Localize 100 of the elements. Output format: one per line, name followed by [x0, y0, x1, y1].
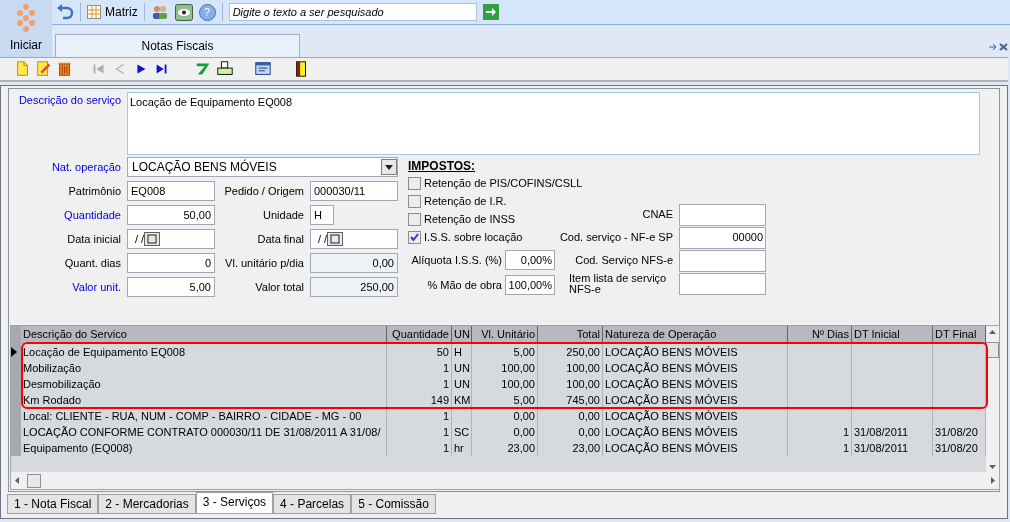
- table-cell: 1: [387, 408, 452, 424]
- input-field[interactable]: 0: [127, 253, 215, 273]
- table-cell: 100,00: [538, 376, 603, 392]
- field-label: Cod. Serviço NFS-e: [574, 255, 674, 266]
- table-cell: Mobilização: [21, 360, 387, 376]
- table-cell: 1: [387, 360, 452, 376]
- document-tab[interactable]: Notas Fiscais: [55, 34, 300, 57]
- table-cell: Local: CLIENTE - RUA, NUM - COMP - BAIRRO - CIDADE - MG - 00: [21, 408, 387, 424]
- table-cell: 0,00: [472, 424, 538, 440]
- input-field[interactable]: 250,00: [310, 277, 398, 297]
- input-field[interactable]: 000030/11: [310, 181, 398, 201]
- horizontal-scrollbar[interactable]: [11, 472, 999, 489]
- table-cell: hr: [452, 440, 472, 456]
- section-tab[interactable]: 1 - Nota Fiscal: [7, 494, 99, 514]
- table-cell: 23,00: [472, 440, 538, 456]
- field-label: Valor unit.: [71, 279, 122, 295]
- table-cell: LOCAÇÃO BENS MÓVEIS: [603, 360, 788, 376]
- description-textarea[interactable]: Locação de Equipamento EQ008: [127, 92, 980, 155]
- table-cell: Locação de Equipamento EQ008: [21, 344, 387, 360]
- scroll-thumb[interactable]: [27, 473, 41, 488]
- field-label: Unidade: [262, 207, 305, 223]
- column-header[interactable]: Natureza de Operação: [603, 326, 788, 344]
- table-cell: 745,00: [538, 392, 603, 408]
- input-field[interactable]: H: [310, 205, 334, 225]
- scroll-up-icon[interactable]: [989, 330, 996, 334]
- matrix-button[interactable]: Matriz: [87, 3, 138, 21]
- checkbox[interactable]: [408, 194, 421, 208]
- input-field[interactable]: 00000: [679, 226, 766, 249]
- vertical-scrollbar[interactable]: [986, 326, 999, 472]
- calendar-icon[interactable]: [327, 232, 344, 246]
- grid-icon: [87, 5, 101, 19]
- section-tab[interactable]: 4 - Parcelas: [273, 494, 352, 514]
- column-header[interactable]: Descrição do Servico: [21, 326, 387, 344]
- table-cell: H: [452, 344, 472, 360]
- table-cell: 1: [788, 424, 852, 440]
- field-label: Alíquota I.S.S. (%): [411, 252, 503, 268]
- table-cell: Equipamento (EQ008): [21, 440, 387, 456]
- scroll-left-icon[interactable]: [15, 477, 19, 484]
- column-header[interactable]: UN: [452, 326, 472, 344]
- calendar-icon[interactable]: [144, 232, 161, 246]
- column-header[interactable]: DT Inicial: [852, 326, 933, 344]
- table-cell: KM: [452, 392, 472, 408]
- table-cell: LOCAÇÃO BENS MÓVEIS: [603, 408, 788, 424]
- dropdown[interactable]: LOCAÇÃO BENS MÓVEIS: [127, 157, 398, 177]
- table-cell: 1: [387, 440, 452, 456]
- section-heading: IMPOSTOS:: [408, 158, 477, 174]
- undo-icon[interactable]: [56, 4, 74, 20]
- column-header[interactable]: Quantidade: [387, 326, 452, 344]
- input-field[interactable]: EQ008: [127, 181, 215, 201]
- input-field[interactable]: 100,00%: [505, 275, 555, 295]
- table-cell: 250,00: [538, 344, 603, 360]
- field-label: CNAE: [641, 209, 674, 220]
- table-cell: UN: [452, 360, 472, 376]
- table-cell: 1: [387, 424, 452, 440]
- date-field[interactable]: / /: [310, 229, 398, 249]
- field-label: Cod. serviço - NF-e SP: [558, 232, 674, 243]
- input-field[interactable]: 5,00: [127, 277, 215, 297]
- field-label: Nat. operação: [50, 159, 122, 175]
- input-field[interactable]: [679, 272, 766, 295]
- table-cell: 1: [788, 440, 852, 456]
- checkbox[interactable]: [408, 176, 421, 190]
- input-field[interactable]: [679, 249, 766, 272]
- table-cell: 100,00: [472, 360, 538, 376]
- field-label: Vl. unitário p/dia: [224, 255, 305, 271]
- field-label: Quantidade: [63, 207, 122, 223]
- input-field[interactable]: [679, 203, 766, 226]
- table-cell: 0,00: [472, 408, 538, 424]
- scroll-right-icon[interactable]: [991, 477, 995, 484]
- start-button[interactable]: Iniciar: [0, 0, 52, 57]
- users-icon[interactable]: [150, 4, 169, 20]
- input-field[interactable]: 0,00: [310, 253, 398, 273]
- search-field[interactable]: Digite o texto a ser pesquisado: [228, 3, 477, 21]
- table-cell: 149: [387, 392, 452, 408]
- scroll-down-icon[interactable]: [989, 465, 996, 469]
- field-label: Data inicial: [66, 231, 122, 247]
- table-cell: 5,00: [472, 344, 538, 360]
- table-cell: Desmobilização: [21, 376, 387, 392]
- input-field[interactable]: 0,00%: [505, 250, 555, 270]
- section-tab[interactable]: 2 - Mercadorias: [98, 494, 196, 514]
- input-field[interactable]: 50,00: [127, 205, 215, 225]
- checkmark-icon: [410, 232, 419, 242]
- column-header[interactable]: Vl. Unitário: [472, 326, 538, 344]
- checkbox[interactable]: [408, 230, 421, 244]
- field-label: Pedido / Origem: [223, 183, 305, 199]
- section-tab[interactable]: 5 - Comissão: [351, 494, 436, 514]
- table-cell: 100,00: [472, 376, 538, 392]
- table-cell: LOCAÇÃO BENS MÓVEIS: [603, 344, 788, 360]
- checkbox-label: Retenção de I.R.: [424, 193, 507, 209]
- date-field[interactable]: / /: [127, 229, 215, 249]
- field-label: Item lista de serviço NFS-e: [568, 272, 668, 295]
- section-tab[interactable]: 3 - Serviços: [195, 492, 274, 514]
- column-header[interactable]: Total: [538, 326, 603, 344]
- current-row-icon: [11, 347, 17, 357]
- table-cell: Km Rodado: [21, 392, 387, 408]
- eye-icon[interactable]: [174, 3, 193, 21]
- table-cell: UN: [452, 376, 472, 392]
- column-header[interactable]: Nº Dias: [788, 326, 852, 344]
- field-label: Patrimônio: [67, 183, 122, 199]
- close-icon[interactable]: [999, 43, 1008, 51]
- checkbox[interactable]: [408, 212, 421, 226]
